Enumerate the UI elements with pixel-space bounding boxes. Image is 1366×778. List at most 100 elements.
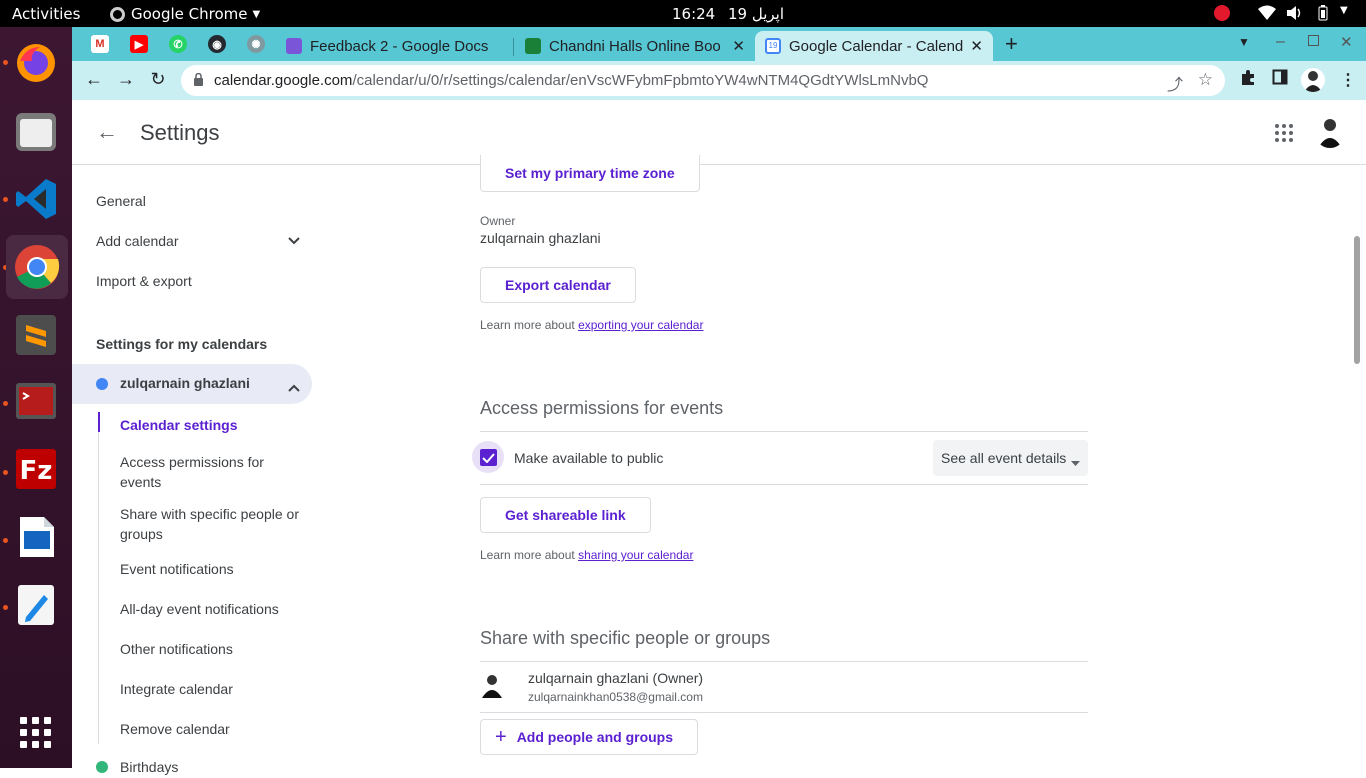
- divider: [480, 661, 1088, 662]
- activities-button[interactable]: Activities: [12, 5, 80, 23]
- back-arrow-icon[interactable]: ←: [83, 69, 105, 90]
- exporting-calendar-link[interactable]: exporting your calendar: [578, 318, 703, 332]
- chrome-dock-icon[interactable]: [6, 235, 68, 299]
- sidebar-sub-integrate-calendar[interactable]: Integrate calendar: [120, 681, 233, 697]
- sidebar-item-my-calendar[interactable]: zulqarnain ghazlani: [72, 364, 312, 404]
- reload-icon[interactable]: ↻: [147, 69, 169, 90]
- close-tab-icon[interactable]: ✕: [970, 37, 983, 55]
- files-icon[interactable]: [12, 107, 60, 155]
- share-icon[interactable]: ⤴: [1167, 71, 1183, 95]
- github-pinned-tab-icon[interactable]: ◉: [208, 35, 226, 53]
- text-editor-icon[interactable]: [12, 581, 60, 629]
- browser-window-frame: M ▶ ✆ ◉ ✺ Feedback 2 - Google Docs Chand…: [72, 27, 1366, 100]
- whatsapp-pinned-tab-icon[interactable]: ✆: [169, 35, 187, 53]
- birthdays-label: Birthdays: [120, 759, 179, 775]
- do-not-disturb-icon[interactable]: [1214, 5, 1230, 21]
- sidebar-item-general[interactable]: General: [96, 193, 146, 209]
- dropdown-arrow-icon: [1071, 453, 1080, 469]
- sidebar-sub-share-specific[interactable]: Share with specific people or groups: [120, 504, 310, 544]
- browser-toolbar: ← → ↻ calendar.google.com /calendar/u/0/…: [72, 61, 1366, 100]
- gmail-pinned-tab-icon[interactable]: M: [91, 35, 109, 53]
- tab-strip: M ▶ ✆ ◉ ✺ Feedback 2 - Google Docs Chand…: [72, 27, 1366, 61]
- sidebar-item-birthdays[interactable]: Birthdays: [72, 758, 312, 778]
- chrome-menu-icon[interactable]: ⋮: [1340, 70, 1356, 90]
- show-applications-icon[interactable]: [12, 709, 60, 757]
- battery-icon[interactable]: [1318, 5, 1328, 25]
- calendar-color-dot: [96, 378, 108, 390]
- maximize-icon[interactable]: [1308, 35, 1319, 46]
- tab-google-calendar[interactable]: 19 Google Calendar - Calend ✕: [755, 31, 993, 61]
- volume-icon[interactable]: [1286, 5, 1304, 25]
- person-name: zulqarnain ghazlani (Owner): [528, 670, 704, 686]
- system-top-bar: Activities Google Chrome ▼ 16:24 19 اپری…: [0, 0, 1366, 27]
- svg-text:Fz: Fz: [20, 456, 53, 486]
- url-path: /calendar/u/0/r/settings/calendar/enVscW…: [352, 72, 929, 89]
- tab-divider: [513, 38, 514, 56]
- tab-search-chevron-icon[interactable]: ▼: [1238, 35, 1250, 49]
- sub-nav-rail: [98, 432, 99, 744]
- close-window-icon[interactable]: ✕: [1340, 33, 1353, 51]
- event-visibility-select[interactable]: See all event details: [933, 440, 1088, 476]
- close-tab-icon[interactable]: ✕: [732, 37, 745, 55]
- google-docs-icon: [286, 38, 302, 54]
- app-menu[interactable]: Google Chrome ▼: [110, 5, 260, 23]
- profile-avatar[interactable]: [1301, 68, 1325, 92]
- owner-label: Owner: [480, 214, 516, 228]
- person-avatar: [480, 672, 504, 698]
- plus-icon: +: [495, 725, 507, 748]
- new-tab-plus-icon[interactable]: +: [1005, 31, 1018, 57]
- bookmark-star-icon[interactable]: ☆: [1198, 70, 1213, 90]
- chevron-up-icon[interactable]: [288, 379, 300, 397]
- chrome-icon: [110, 6, 125, 22]
- page-scrollbar[interactable]: [1354, 236, 1360, 364]
- google-calendar-icon: 19: [765, 38, 781, 54]
- running-indicator: [3, 538, 8, 543]
- side-panel-icon[interactable]: [1269, 69, 1291, 90]
- chatgpt-pinned-tab-icon[interactable]: ✺: [247, 35, 265, 53]
- filezilla-icon[interactable]: Fz: [12, 445, 60, 493]
- account-avatar[interactable]: [1314, 114, 1346, 148]
- minimize-icon[interactable]: –: [1276, 33, 1285, 51]
- learn-more-text: Learn more about: [480, 318, 579, 332]
- terminal-icon[interactable]: [12, 377, 60, 425]
- lock-icon: [193, 72, 204, 86]
- clock[interactable]: 16:24 19 اپریل: [672, 5, 784, 23]
- tab-chandni-halls[interactable]: Chandni Halls Online Boo ✕: [515, 31, 755, 61]
- tab-feedback-docs[interactable]: Feedback 2 - Google Docs: [276, 31, 512, 61]
- sharing-calendar-link[interactable]: sharing your calendar: [578, 548, 693, 562]
- settings-header: ← Settings: [72, 100, 1366, 165]
- vscode-icon[interactable]: [12, 175, 60, 223]
- export-calendar-button[interactable]: Export calendar: [480, 267, 636, 303]
- sidebar-sub-allday-notifications[interactable]: All-day event notifications: [120, 601, 279, 617]
- clock-date: 19 اپریل: [728, 5, 785, 23]
- add-people-button[interactable]: + Add people and groups: [480, 719, 699, 755]
- sidebar-sub-other-notifications[interactable]: Other notifications: [120, 641, 233, 657]
- sidebar-item-add-calendar[interactable]: Add calendar: [96, 233, 179, 249]
- forward-arrow-icon[interactable]: →: [115, 69, 137, 90]
- active-indicator: [98, 412, 100, 432]
- public-checkbox[interactable]: [472, 441, 504, 473]
- get-shareable-link-button[interactable]: Get shareable link: [480, 497, 651, 533]
- sidebar-sub-calendar-settings[interactable]: Calendar settings: [120, 417, 237, 433]
- my-calendars-heading: Settings for my calendars: [96, 336, 268, 352]
- sidebar-sub-access-permissions[interactable]: Access permissions for events: [120, 452, 300, 492]
- wifi-icon[interactable]: [1258, 5, 1276, 25]
- sidebar-sub-remove-calendar[interactable]: Remove calendar: [120, 721, 230, 737]
- url-domain: calendar.google.com: [214, 72, 353, 89]
- sidebar-item-import-export[interactable]: Import & export: [96, 273, 192, 289]
- set-primary-timezone-button[interactable]: Set my primary time zone: [480, 155, 700, 192]
- divider: [480, 712, 1088, 713]
- libreoffice-writer-icon[interactable]: [12, 513, 60, 561]
- sublime-text-icon[interactable]: [12, 311, 60, 359]
- address-bar[interactable]: calendar.google.com /calendar/u/0/r/sett…: [181, 65, 1225, 96]
- extensions-puzzle-icon[interactable]: [1237, 69, 1259, 90]
- google-apps-grid-icon[interactable]: [1274, 123, 1294, 143]
- divider: [480, 484, 1088, 485]
- youtube-pinned-tab-icon[interactable]: ▶: [130, 35, 148, 53]
- chevron-down-icon[interactable]: [288, 233, 300, 248]
- sidebar-sub-event-notifications[interactable]: Event notifications: [120, 561, 234, 577]
- system-menu-chevron-icon[interactable]: ▼: [1340, 5, 1348, 16]
- back-arrow-icon[interactable]: ←: [96, 119, 118, 145]
- firefox-icon[interactable]: [12, 39, 60, 87]
- running-indicator: [3, 605, 8, 610]
